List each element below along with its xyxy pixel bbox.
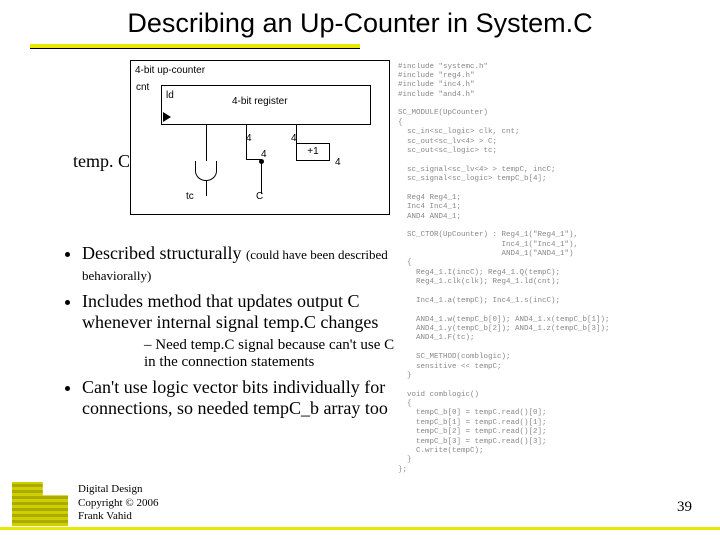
systemc-code: #include "systemc.h" #include "reg4.h" #…	[398, 63, 620, 483]
tc-output-label: tc	[186, 191, 194, 202]
bullet-3: Can't use logic vector bits individually…	[82, 377, 396, 419]
bullet-1-main: Described structurally	[82, 243, 246, 263]
footer-line-2: Copyright © 2006	[78, 497, 158, 511]
cnt-label: cnt	[136, 82, 149, 93]
bullet-1: Described structurally (could have been …	[82, 243, 396, 285]
c-output-label: C	[256, 191, 263, 202]
wire	[206, 125, 207, 161]
wire	[206, 181, 207, 196]
reg-ld-label: ld	[166, 90, 174, 101]
wire	[296, 125, 297, 143]
bullet-2-sublist: Need temp.C signal because can't use C i…	[104, 337, 396, 371]
footer-credits: Digital Design Copyright © 2006 Frank Va…	[78, 483, 158, 524]
clock-triangle-icon	[163, 112, 171, 122]
footer-line-3: Frank Vahid	[78, 510, 158, 524]
reg-label: 4-bit register	[232, 96, 288, 107]
bullet-2: Includes method that updates output C wh…	[82, 291, 396, 371]
bullet-2-text: Includes method that updates output C wh…	[82, 291, 378, 332]
footer-bar	[0, 527, 720, 530]
bullet-2-sub-1: Need temp.C signal because can't use C i…	[144, 337, 396, 371]
counter-diagram: 4-bit up-counter cnt ld 4-bit register t…	[130, 60, 390, 215]
title-underline	[30, 44, 360, 49]
incrementer-block: +1	[296, 143, 330, 161]
wire	[246, 144, 247, 159]
wire	[246, 125, 247, 145]
bus-width-4: 4	[335, 157, 341, 168]
diagram-caption: 4-bit up-counter	[135, 65, 205, 76]
slide-bullets: Described structurally (could have been …	[28, 243, 396, 425]
wire-node	[259, 159, 264, 164]
and-gate-icon	[195, 161, 217, 181]
tempc-label: temp. C	[73, 151, 130, 172]
register-block: ld 4-bit register	[161, 85, 371, 125]
wire	[261, 159, 262, 194]
slide-number: 39	[677, 499, 692, 516]
slide-title: Describing an Up-Counter in System.C	[0, 8, 720, 39]
footer-logo-icon	[12, 482, 68, 526]
footer-line-1: Digital Design	[78, 483, 158, 497]
